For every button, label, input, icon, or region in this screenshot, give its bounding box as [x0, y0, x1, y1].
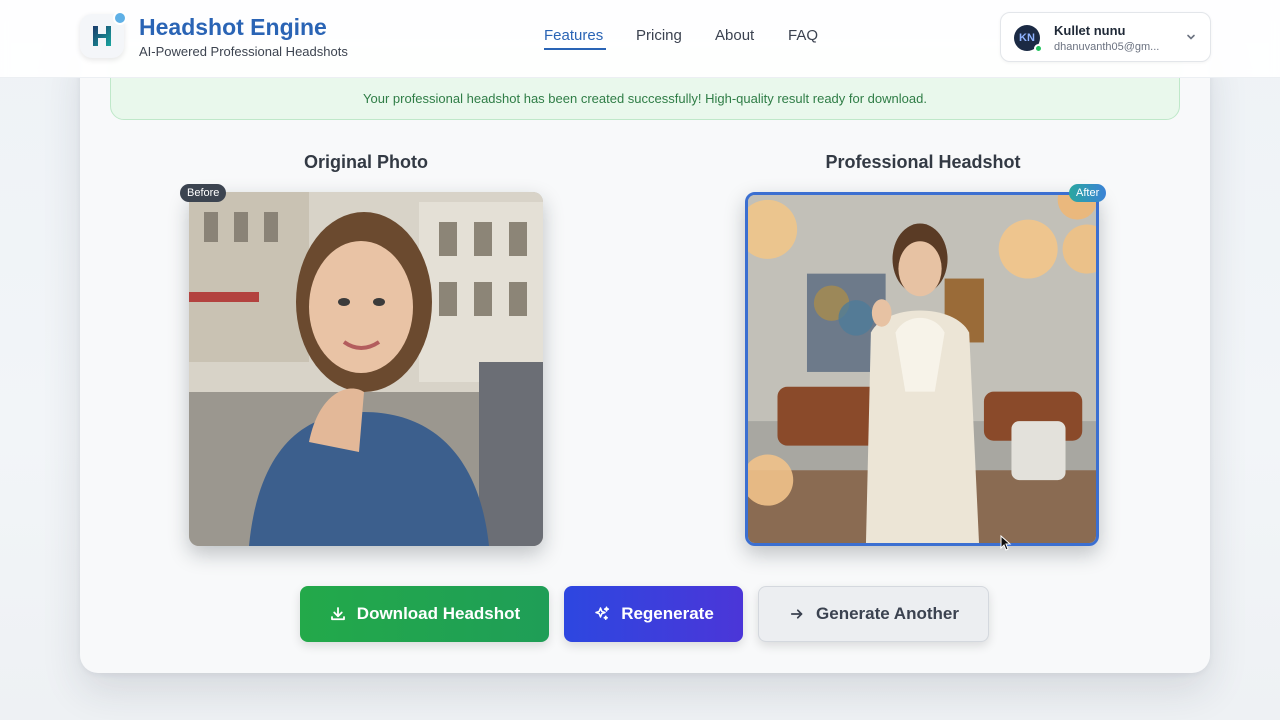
download-headshot-label: Download Headshot [356, 604, 521, 623]
professional-headshot-photo [745, 192, 1099, 546]
online-status-dot [1034, 44, 1043, 53]
original-photo-title: Original Photo [304, 152, 428, 172]
logo-dot [113, 11, 127, 25]
regenerate-label: Regenerate [621, 604, 714, 623]
professional-headshot-title: Professional Headshot [825, 152, 1021, 172]
arrow-right-icon [790, 609, 803, 619]
before-badge: Before [180, 184, 227, 202]
generate-another-label: Generate Another [816, 604, 959, 623]
user-email: dhanuvanth05@gm... [1054, 41, 1160, 53]
nav-features[interactable]: Features [544, 27, 603, 44]
logo-h-icon [93, 26, 111, 46]
sparkles-icon [595, 606, 610, 620]
mouse-cursor-icon [1000, 535, 1012, 551]
download-icon [330, 607, 345, 621]
regenerate-button[interactable]: Regenerate [564, 586, 743, 642]
result-card: Your professional headshot has been crea… [80, 40, 1210, 673]
brand-subtitle: AI-Powered Professional Headshots [139, 44, 348, 59]
brand-title: Headshot Engine [139, 14, 327, 40]
user-name: Kullet nunu [1054, 23, 1126, 38]
top-header: Headshot Engine AI-Powered Professional … [0, 0, 1280, 78]
generate-another-button[interactable]: Generate Another [758, 586, 989, 642]
chevron-down-icon [1187, 34, 1195, 40]
nav-pricing[interactable]: Pricing [636, 27, 682, 44]
success-message: Your professional headshot has been crea… [363, 91, 927, 106]
user-menu[interactable]: KN Kullet nunu dhanuvanth05@gm... [1000, 12, 1211, 62]
nav-active-underline [544, 48, 606, 50]
download-headshot-button[interactable]: Download Headshot [300, 586, 549, 642]
original-photo [189, 192, 543, 546]
after-badge: After [1069, 184, 1107, 202]
nav-about[interactable]: About [715, 27, 754, 44]
nav-faq[interactable]: FAQ [788, 27, 818, 44]
